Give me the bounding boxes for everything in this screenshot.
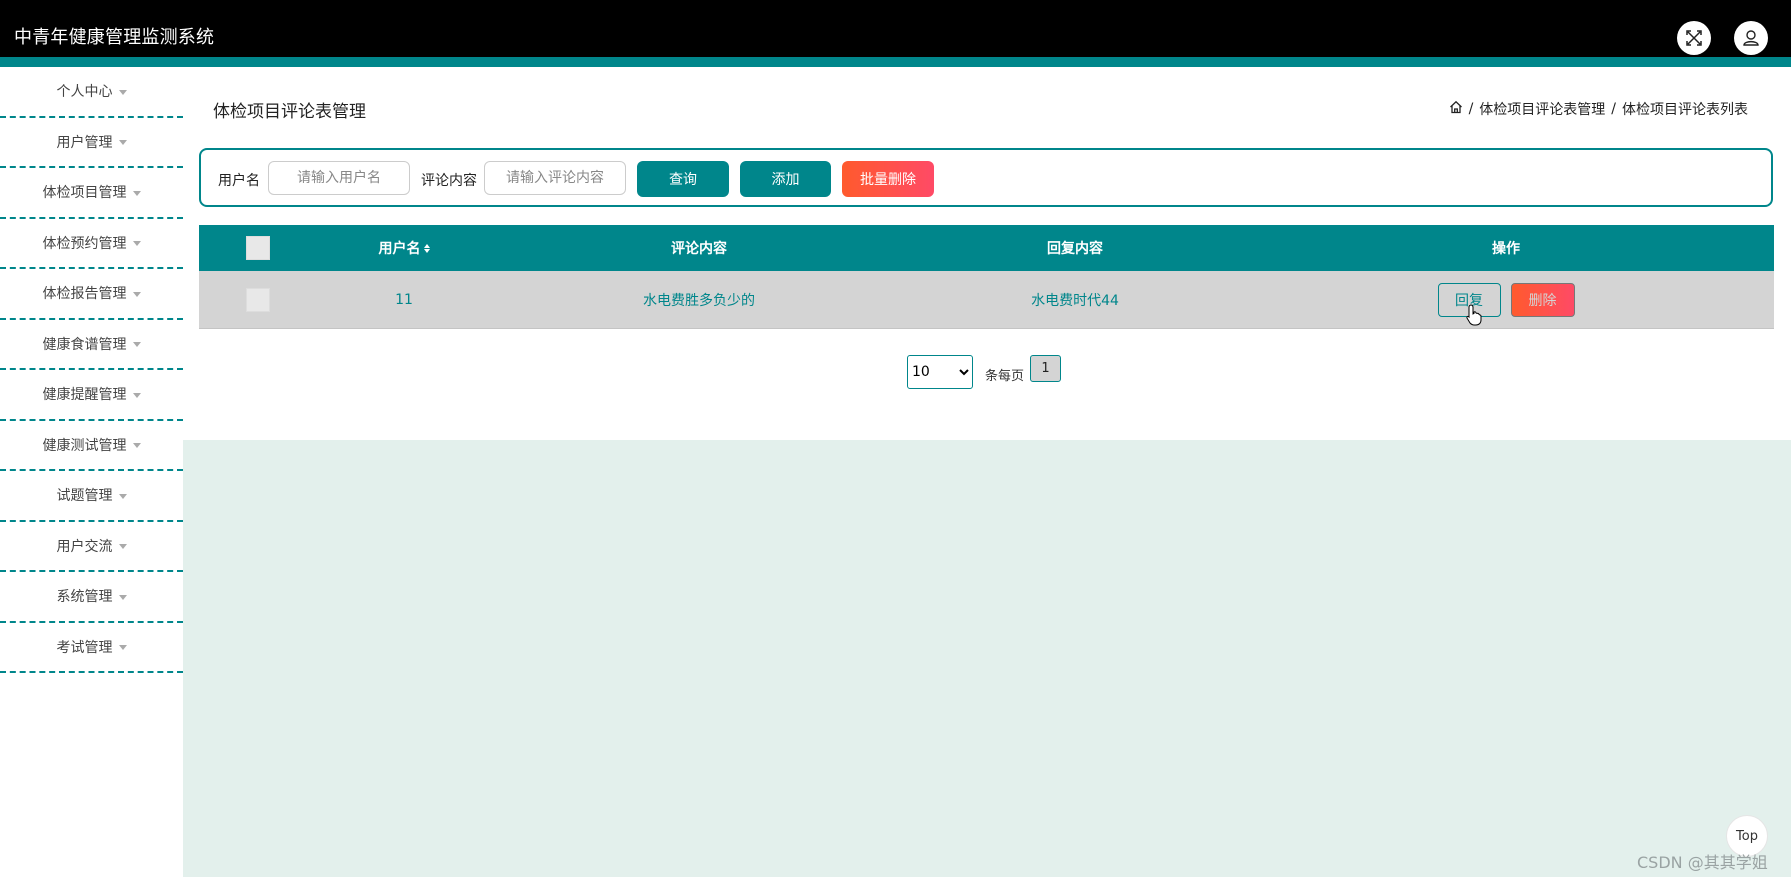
select-all-checkbox[interactable]: [246, 236, 270, 260]
mouse-pointer-icon: [1466, 304, 1482, 330]
sidebar-item-system-management[interactable]: 系统管理: [0, 572, 183, 623]
sidebar-item-label: 个人中心: [56, 84, 113, 101]
table-row: 11 水电费胜多负少的 水电费时代44 回复 删除: [199, 271, 1774, 329]
sidebar-item-label: 用户交流: [56, 538, 113, 555]
select-all-cell: [246, 225, 270, 271]
pagination: 10 条每页 1: [907, 354, 1062, 389]
sidebar-item-label: 系统管理: [56, 589, 113, 606]
page-number-button[interactable]: 1: [1030, 354, 1062, 382]
column-header-actions: 操作: [1492, 241, 1520, 257]
row-select-cell: [246, 271, 270, 328]
sidebar-item-user-management[interactable]: 用户管理: [0, 118, 183, 168]
sidebar-item-label: 试题管理: [56, 488, 113, 505]
caret-down-icon: [118, 645, 127, 651]
sidebar-item-label: 健康提醒管理: [42, 387, 127, 404]
sidebar-item-label: 健康测试管理: [42, 437, 127, 454]
per-page-label: 条每页: [985, 368, 1025, 384]
username-search-input[interactable]: [268, 161, 410, 195]
cell-username: 11: [395, 291, 413, 308]
sidebar-item-label: 体检预约管理: [42, 235, 127, 252]
column-header-username[interactable]: 用户名: [329, 225, 479, 271]
column-header-reply: 回复内容: [1047, 241, 1103, 257]
column-header-label: 用户名: [378, 241, 421, 257]
user-icon[interactable]: [1734, 21, 1768, 55]
batch-delete-button[interactable]: 批量删除: [842, 161, 934, 197]
breadcrumb-separator: /: [1468, 101, 1474, 117]
caret-down-icon: [118, 493, 127, 499]
app-title: 中青年健康管理监测系统: [14, 27, 215, 48]
home-icon[interactable]: [1449, 100, 1463, 118]
sidebar-item-exam-item-management[interactable]: 体检项目管理: [0, 168, 183, 219]
sidebar-item-label: 考试管理: [56, 639, 113, 656]
sidebar-item-recipe-management[interactable]: 健康食谱管理: [0, 320, 183, 370]
comment-label: 评论内容: [421, 173, 477, 189]
cell-reply: 水电费时代44: [1031, 292, 1119, 309]
sort-icon[interactable]: [423, 243, 430, 253]
caret-down-icon: [132, 342, 141, 348]
add-button[interactable]: 添加: [740, 161, 831, 197]
fullscreen-icon[interactable]: [1677, 21, 1711, 55]
sidebar-item-label: 用户管理: [56, 134, 113, 151]
search-panel: 用户名 评论内容 查询 添加 批量删除: [199, 148, 1773, 207]
sidebar-item-label: 健康食谱管理: [42, 336, 127, 353]
cell-comment: 水电费胜多负少的: [643, 292, 755, 309]
query-button[interactable]: 查询: [637, 161, 729, 197]
breadcrumb-separator: /: [1611, 101, 1616, 117]
sidebar: 个人中心 用户管理 体检项目管理 体检预约管理 体检报告管理 健康食谱管理 健康…: [0, 67, 183, 877]
breadcrumb: / 体检项目评论表管理 / 体检项目评论表列表: [1449, 99, 1748, 119]
caret-down-icon: [118, 89, 127, 95]
caret-down-icon: [118, 594, 127, 600]
breadcrumb-item[interactable]: 体检项目评论表管理: [1479, 99, 1605, 119]
sidebar-item-user-exchange[interactable]: 用户交流: [0, 522, 183, 572]
caret-down-icon: [118, 140, 127, 146]
caret-down-icon: [132, 190, 141, 196]
delete-button[interactable]: 删除: [1510, 282, 1575, 317]
caret-down-icon: [132, 241, 141, 247]
sidebar-item-report-management[interactable]: 体检报告管理: [0, 269, 183, 320]
sidebar-item-appointment-management[interactable]: 体检预约管理: [0, 219, 183, 269]
row-checkbox[interactable]: [246, 287, 270, 312]
sidebar-item-personal-center[interactable]: 个人中心: [0, 67, 183, 118]
caret-down-icon: [118, 544, 127, 550]
top-bar: 中青年健康管理监测系统: [0, 0, 1791, 57]
breadcrumb-item: 体检项目评论表列表: [1622, 102, 1748, 118]
sidebar-item-label: 体检项目管理: [42, 185, 127, 202]
sidebar-item-test-management[interactable]: 健康测试管理: [0, 421, 183, 471]
sidebar-item-label: 体检报告管理: [42, 286, 127, 303]
cell-actions: 回复 删除: [1406, 271, 1606, 328]
caret-down-icon: [132, 291, 141, 297]
sidebar-item-reminder-management[interactable]: 健康提醒管理: [0, 370, 183, 421]
caret-down-icon: [132, 443, 141, 449]
column-header-comment: 评论内容: [671, 241, 727, 257]
page-size-select[interactable]: 10: [907, 355, 973, 389]
table-header: 用户名 评论内容 回复内容 操作: [199, 225, 1774, 271]
header-accent-strip: [0, 57, 1791, 67]
sidebar-item-exam-management[interactable]: 考试管理: [0, 623, 183, 673]
page-title: 体检项目评论表管理: [213, 102, 366, 122]
watermark: CSDN @其其学姐: [1637, 853, 1768, 872]
caret-down-icon: [132, 392, 141, 398]
comment-search-input[interactable]: [484, 161, 626, 195]
content-background: [183, 440, 1791, 877]
username-label: 用户名: [218, 173, 260, 189]
comments-table: 用户名 评论内容 回复内容 操作 11 水电费胜多负少的 水电费时代44 回复 …: [199, 225, 1774, 329]
sidebar-item-question-management[interactable]: 试题管理: [0, 471, 183, 522]
